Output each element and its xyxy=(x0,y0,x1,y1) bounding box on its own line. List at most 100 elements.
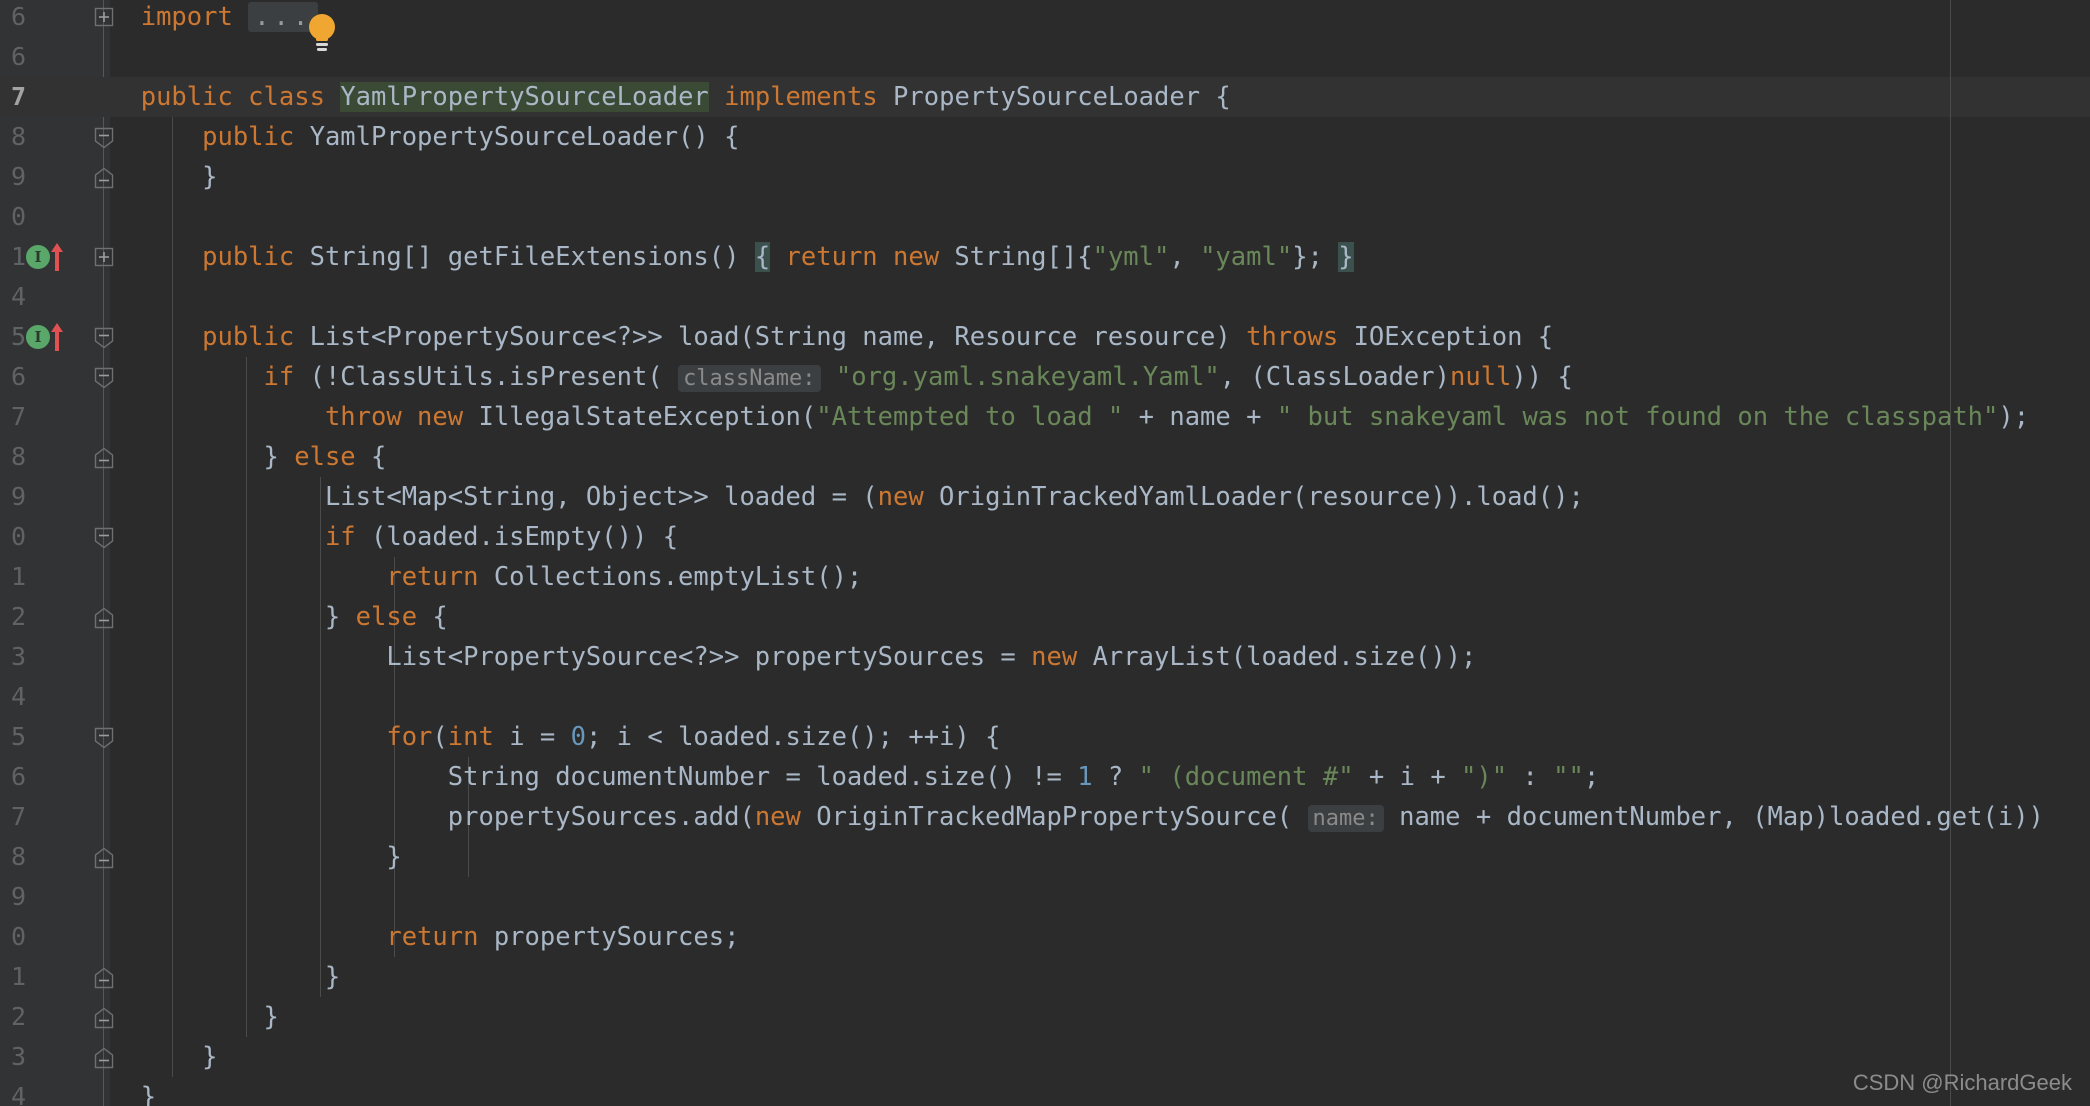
gutter-row[interactable]: 7 xyxy=(0,797,110,837)
gutter-row[interactable]: 1 xyxy=(0,957,110,997)
code-line[interactable]: public YamlPropertySourceLoader() { xyxy=(110,117,2090,157)
gutter-row[interactable]: 2 xyxy=(0,597,110,637)
code-token: } xyxy=(110,442,294,472)
gutter-row[interactable]: 1 xyxy=(0,557,110,597)
gutter-row[interactable]: 9 xyxy=(0,477,110,517)
gutter-row[interactable]: 2 xyxy=(0,997,110,1037)
implementation-marker-icon[interactable]: I xyxy=(26,245,50,269)
code-line[interactable]: } else { xyxy=(110,437,2090,477)
code-token: (!ClassUtils.isPresent( xyxy=(310,362,678,392)
code-line[interactable]: return propertySources; xyxy=(110,917,2090,957)
code-token: ")" xyxy=(1461,762,1507,792)
override-arrow-icon[interactable] xyxy=(50,322,64,352)
code-token xyxy=(110,762,448,792)
code-line-text: } xyxy=(110,1002,279,1032)
code-token: new xyxy=(755,802,816,832)
gutter-row[interactable]: 9 xyxy=(0,157,110,197)
code-token: throws xyxy=(1246,322,1353,352)
code-line[interactable]: List<PropertySource<?>> propertySources … xyxy=(110,637,2090,677)
intention-bulb-icon[interactable] xyxy=(305,12,339,56)
code-line[interactable]: } xyxy=(110,837,2090,877)
code-token xyxy=(110,362,264,392)
gutter-row[interactable]: 8 xyxy=(0,837,110,877)
code-line[interactable]: } xyxy=(110,1037,2090,1077)
indent-guide xyxy=(246,877,247,917)
gutter-row[interactable]: 6 xyxy=(0,0,110,37)
gutter-row[interactable]: 4 xyxy=(0,277,110,317)
code-line-text: for(int i = 0; i < loaded.size(); ++i) { xyxy=(110,722,1000,752)
code-line-text: propertySources.add(new OriginTrackedMap… xyxy=(110,802,2044,832)
code-line[interactable]: } else { xyxy=(110,597,2090,637)
code-token: } xyxy=(110,1002,279,1032)
indent-guide xyxy=(172,197,173,237)
gutter-row[interactable]: 4 xyxy=(0,677,110,717)
code-line[interactable]: String documentNumber = loaded.size() !=… xyxy=(110,757,2090,797)
gutter-row[interactable]: 6 xyxy=(0,37,110,77)
line-number: 7 xyxy=(0,77,26,117)
code-token: return xyxy=(386,562,493,592)
code-line[interactable]: if (loaded.isEmpty()) { xyxy=(110,517,2090,557)
gutter-row[interactable]: 5 xyxy=(0,717,110,757)
gutter-row[interactable]: 1I xyxy=(0,237,110,277)
code-token: propertySources; xyxy=(494,922,740,952)
code-line[interactable]: } xyxy=(110,957,2090,997)
code-token: int xyxy=(448,722,509,752)
code-line[interactable]: List<Map<String, Object>> loaded = (new … xyxy=(110,477,2090,517)
gutter-row[interactable]: 5I xyxy=(0,317,110,357)
line-number: 7 xyxy=(0,797,26,837)
code-line[interactable]: propertySources.add(new OriginTrackedMap… xyxy=(110,797,2090,837)
gutter-row[interactable]: 8 xyxy=(0,437,110,477)
gutter-row[interactable]: 6 xyxy=(0,357,110,397)
code-content[interactable]: import ... public class YamlPropertySour… xyxy=(110,0,2090,1106)
code-line[interactable]: public class YamlPropertySourceLoader im… xyxy=(110,77,2090,117)
code-line[interactable]: } xyxy=(110,157,2090,197)
code-line[interactable]: for(int i = 0; i < loaded.size(); ++i) { xyxy=(110,717,2090,757)
code-token: ArrayList(loaded.size()); xyxy=(1093,642,1477,672)
line-number: 8 xyxy=(0,837,26,877)
gutter-row[interactable]: 0 xyxy=(0,917,110,957)
code-token xyxy=(110,562,386,592)
code-token: OriginTrackedYamlLoader(resource)).load(… xyxy=(939,482,1584,512)
editor-gutter[interactable]: 6678901I45I6789012345678901234 xyxy=(0,0,110,1106)
code-token: for xyxy=(386,722,432,752)
gutter-row[interactable]: 7 xyxy=(0,77,110,117)
code-token: propertySources.add( xyxy=(448,802,755,832)
code-token: else xyxy=(356,602,433,632)
code-line[interactable] xyxy=(110,197,2090,237)
line-number: 0 xyxy=(0,517,26,557)
code-token: OriginTrackedMapPropertySource( xyxy=(816,802,1307,832)
code-token: : xyxy=(1507,762,1553,792)
gutter-row[interactable]: 3 xyxy=(0,637,110,677)
code-line[interactable]: throw new IllegalStateException("Attempt… xyxy=(110,397,2090,437)
code-line[interactable] xyxy=(110,277,2090,317)
code-line[interactable] xyxy=(110,677,2090,717)
override-arrow-icon[interactable] xyxy=(50,242,64,272)
code-line[interactable]: public String[] getFileExtensions() { re… xyxy=(110,237,2090,277)
code-token xyxy=(110,522,325,552)
code-line[interactable]: return Collections.emptyList(); xyxy=(110,557,2090,597)
code-line[interactable]: if (!ClassUtils.isPresent( className: "o… xyxy=(110,357,2090,397)
gutter-row[interactable]: 0 xyxy=(0,517,110,557)
gutter-row[interactable]: 9 xyxy=(0,877,110,917)
line-number: 9 xyxy=(0,877,26,917)
gutter-row[interactable]: 6 xyxy=(0,757,110,797)
line-number: 8 xyxy=(0,117,26,157)
code-line[interactable]: } xyxy=(110,997,2090,1037)
code-line[interactable]: } xyxy=(110,1077,2090,1106)
code-line[interactable]: public List<PropertySource<?>> load(Stri… xyxy=(110,317,2090,357)
gutter-row[interactable]: 8 xyxy=(0,117,110,157)
gutter-row[interactable]: 3 xyxy=(0,1037,110,1077)
line-number: 9 xyxy=(0,157,26,197)
code-line[interactable]: import ... xyxy=(110,0,2090,37)
code-line[interactable] xyxy=(110,877,2090,917)
code-line[interactable] xyxy=(110,37,2090,77)
gutter-row[interactable]: 7 xyxy=(0,397,110,437)
gutter-row[interactable]: 0 xyxy=(0,197,110,237)
implementation-marker-icon[interactable]: I xyxy=(26,325,50,349)
line-number: 7 xyxy=(0,397,26,437)
code-line-text: } xyxy=(110,842,402,872)
code-editor[interactable]: 6678901I45I6789012345678901234 import ..… xyxy=(0,0,2090,1106)
code-token: import xyxy=(141,2,248,32)
code-token: "Attempted to load " xyxy=(816,402,1123,432)
gutter-row[interactable]: 4 xyxy=(0,1077,110,1106)
